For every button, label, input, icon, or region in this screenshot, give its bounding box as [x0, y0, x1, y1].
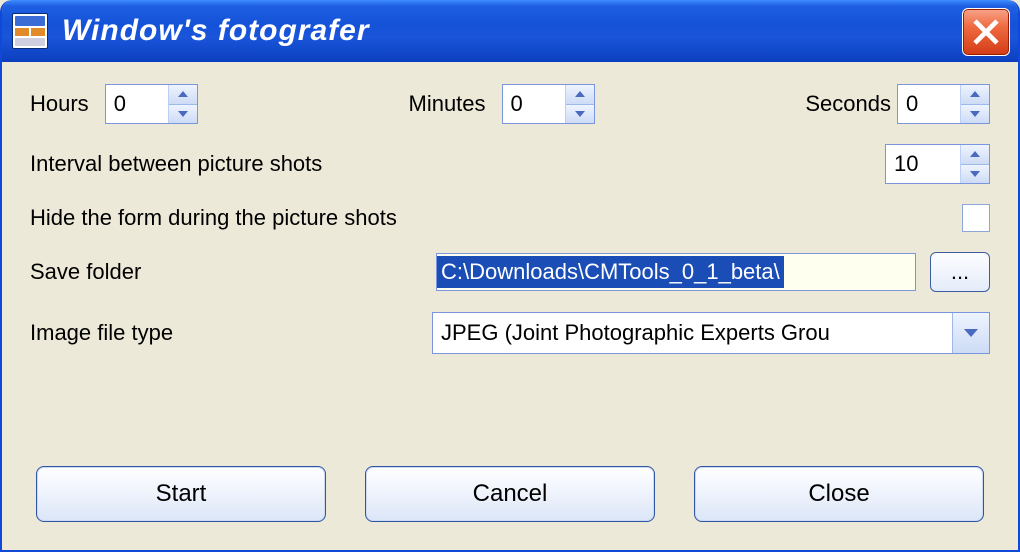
chevron-up-icon [969, 150, 981, 158]
image-type-combobox[interactable]: JPEG (Joint Photographic Experts Grou [432, 312, 990, 354]
app-icon [12, 13, 48, 49]
seconds-input[interactable] [898, 85, 960, 123]
browse-button[interactable]: ... [930, 252, 990, 292]
seconds-group: Seconds [805, 84, 990, 124]
hide-form-checkbox[interactable] [962, 204, 990, 232]
interval-up-button[interactable] [961, 145, 989, 164]
minutes-up-button[interactable] [566, 85, 594, 104]
minutes-label: Minutes [409, 91, 486, 117]
chevron-down-icon [177, 110, 189, 118]
client-area: Hours Minutes [2, 62, 1018, 550]
window-frame: Window's fotografer Hours Minutes [0, 0, 1020, 552]
save-folder-label: Save folder [30, 259, 141, 285]
chevron-up-icon [574, 90, 586, 98]
close-icon [972, 18, 1000, 46]
save-folder-input[interactable]: C:\Downloads\CMTools_0_1_beta\ [436, 253, 916, 291]
title-bar[interactable]: Window's fotografer [2, 0, 1018, 62]
minutes-down-button[interactable] [566, 104, 594, 124]
save-folder-row: Save folder C:\Downloads\CMTools_0_1_bet… [30, 252, 990, 292]
time-row: Hours Minutes [30, 84, 990, 124]
seconds-stepper[interactable] [897, 84, 990, 124]
cancel-button[interactable]: Cancel [365, 466, 655, 522]
hours-up-button[interactable] [169, 85, 197, 104]
chevron-up-icon [177, 90, 189, 98]
close-window-button[interactable] [962, 8, 1010, 56]
chevron-down-icon [969, 110, 981, 118]
interval-row: Interval between picture shots [30, 144, 990, 184]
minutes-stepper[interactable] [502, 84, 595, 124]
image-type-selected: JPEG (Joint Photographic Experts Grou [433, 313, 952, 353]
chevron-down-icon [574, 110, 586, 118]
hours-input[interactable] [106, 85, 168, 123]
hide-form-row: Hide the form during the picture shots [30, 204, 990, 232]
hours-stepper[interactable] [105, 84, 198, 124]
interval-input[interactable] [886, 145, 960, 183]
seconds-up-button[interactable] [961, 85, 989, 104]
image-type-row: Image file type JPEG (Joint Photographic… [30, 312, 990, 354]
seconds-label: Seconds [805, 91, 891, 117]
interval-label: Interval between picture shots [30, 151, 322, 177]
hours-down-button[interactable] [169, 104, 197, 124]
action-button-row: Start Cancel Close [30, 462, 990, 532]
seconds-down-button[interactable] [961, 104, 989, 124]
chevron-up-icon [969, 90, 981, 98]
hide-form-label: Hide the form during the picture shots [30, 205, 397, 231]
start-button[interactable]: Start [36, 466, 326, 522]
minutes-group: Minutes [409, 84, 595, 124]
image-type-label: Image file type [30, 320, 173, 346]
minutes-input[interactable] [503, 85, 565, 123]
chevron-down-icon [962, 327, 980, 339]
close-button[interactable]: Close [694, 466, 984, 522]
image-type-dropdown-button[interactable] [952, 313, 989, 353]
chevron-down-icon [969, 170, 981, 178]
hours-label: Hours [30, 91, 89, 117]
hours-group: Hours [30, 84, 198, 124]
interval-stepper[interactable] [885, 144, 990, 184]
window-title: Window's fotografer [62, 14, 370, 48]
interval-down-button[interactable] [961, 164, 989, 184]
save-folder-path: C:\Downloads\CMTools_0_1_beta\ [437, 256, 784, 288]
